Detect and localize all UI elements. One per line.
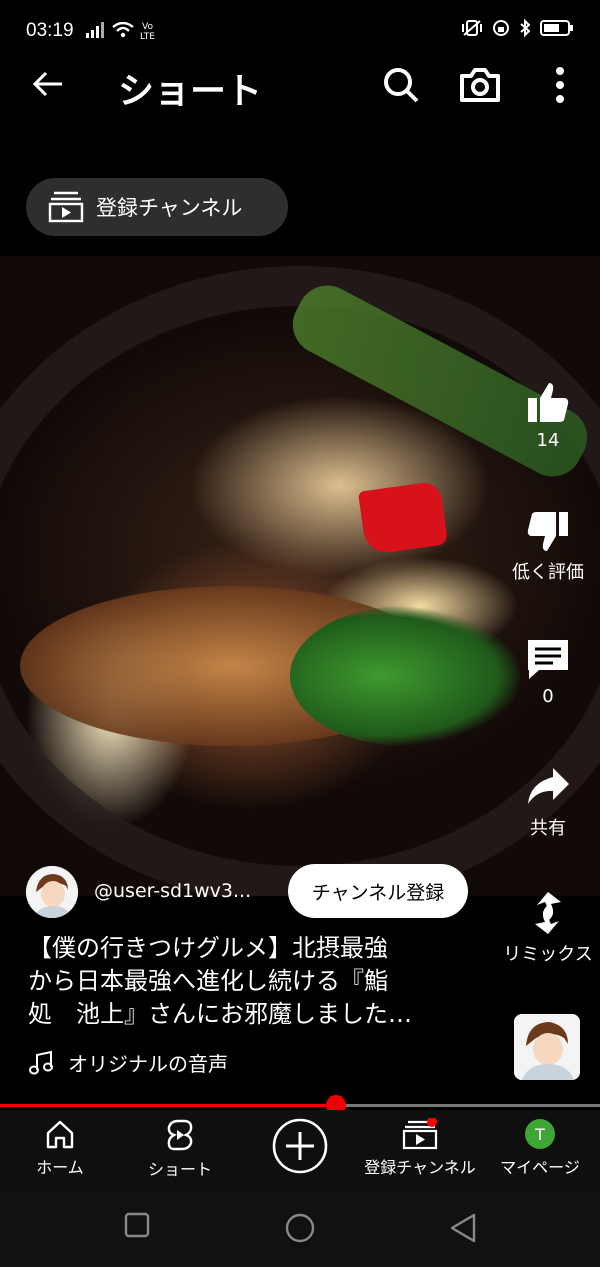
nav-shorts[interactable]: ショート [120,1118,240,1180]
like-button[interactable]: 14 [500,380,596,451]
thumbs-up-icon [528,383,569,422]
camera-icon [460,68,500,102]
more-options-button[interactable] [548,64,572,106]
like-count: 14 [536,430,560,451]
comments-button[interactable]: 0 [500,636,596,707]
nav-my-page[interactable]: T マイページ [480,1118,600,1178]
page-title: ショート [118,71,263,112]
comment-icon [528,640,568,679]
share-label: 共有 [530,818,566,839]
comment-count: 0 [542,686,554,707]
video-title-line: 処 池上』さんにお邪魔しました… [28,1000,412,1028]
back-button[interactable] [28,64,68,104]
square-icon [124,1212,150,1238]
home-system-button[interactable] [284,1212,316,1248]
lock-rotation-icon [493,20,509,36]
home-icon [46,1120,74,1149]
nav-subscriptions[interactable]: 登録チャンネル [360,1118,480,1178]
nav-home[interactable]: ホーム [0,1118,120,1178]
avatar-illustration-icon [26,866,78,918]
battery-icon [540,20,573,36]
progress-fill [0,1104,336,1107]
share-button[interactable]: 共有 [500,764,596,840]
video-title[interactable]: 【僕の行きつけグルメ】北摂最強 から日本最強へ進化し続ける『鮨 処 池上』さんに… [28,932,458,1031]
svg-text:LTE: LTE [140,32,155,40]
subscriptions-icon [402,1118,438,1150]
nav-home-label: ホーム [36,1158,84,1177]
search-icon [384,68,419,103]
channel-avatar[interactable] [26,866,78,918]
svg-text:T: T [534,1125,545,1144]
bottom-navigation: ホーム ショート 登録チャンネル T マイページ [0,1110,600,1192]
avatar-icon: T [525,1119,555,1149]
volte-icon: VoLTE [140,22,155,40]
subscribe-button[interactable]: チャンネル登録 [288,864,468,918]
shorts-icon [167,1119,193,1151]
channel-row: @user-sd1wv3... チャンネル登録 [26,864,476,920]
video-progress-bar[interactable] [0,1095,600,1115]
status-bar: 03:19 Vo LTE [0,0,600,60]
circle-icon [285,1213,315,1243]
create-icon [272,1118,328,1174]
subscriptions-chip-label: 登録チャンネル [96,196,243,220]
svg-text:Vo: Vo [142,22,153,32]
remix-label: リミックス [503,944,593,965]
system-navigation-bar [0,1192,600,1267]
share-icon [528,768,569,804]
sound-label: オリジナルの音声 [68,1052,228,1076]
dislike-label: 低く評価 [512,562,584,583]
music-note-icon [29,1050,53,1074]
avatar-illustration-icon [514,1014,580,1080]
bluetooth-icon [520,19,531,37]
video-title-line: から日本最強へ進化し続ける『鮨 [28,967,388,995]
sound-thumbnail[interactable] [514,1014,580,1080]
thumbs-down-icon [527,512,568,551]
nav-subscriptions-label: 登録チャンネル [364,1158,476,1177]
search-button[interactable] [380,64,422,106]
status-time: 03:19 [26,20,74,41]
subscriptions-chip[interactable]: 登録チャンネル [26,178,288,236]
nav-shorts-label: ショート [147,1160,212,1179]
top-bar: ショート [0,56,600,116]
wifi-icon [112,22,134,38]
more-vertical-icon [556,67,564,103]
dislike-button[interactable]: 低く評価 [500,508,596,584]
recent-apps-button[interactable] [124,1212,150,1242]
red-pepper [357,480,449,556]
vibrate-icon [462,20,482,36]
channel-handle[interactable]: @user-sd1wv3... [94,880,251,902]
video-title-line: 【僕の行きつけグルメ】北摂最強 [28,934,388,962]
sansho-leaf [290,606,520,746]
nav-create[interactable] [240,1118,360,1174]
subscriptions-icon [48,191,84,223]
triangle-back-icon [450,1213,476,1243]
remix-button[interactable]: リミックス [500,890,596,966]
sound-row[interactable]: オリジナルの音声 [28,1048,228,1077]
remix-icon [535,892,561,934]
system-back-button[interactable] [448,1212,478,1248]
nav-my-page-label: マイページ [500,1158,580,1177]
arrow-left-icon [32,71,62,97]
signal-icon [86,22,104,38]
camera-button[interactable] [458,64,502,106]
